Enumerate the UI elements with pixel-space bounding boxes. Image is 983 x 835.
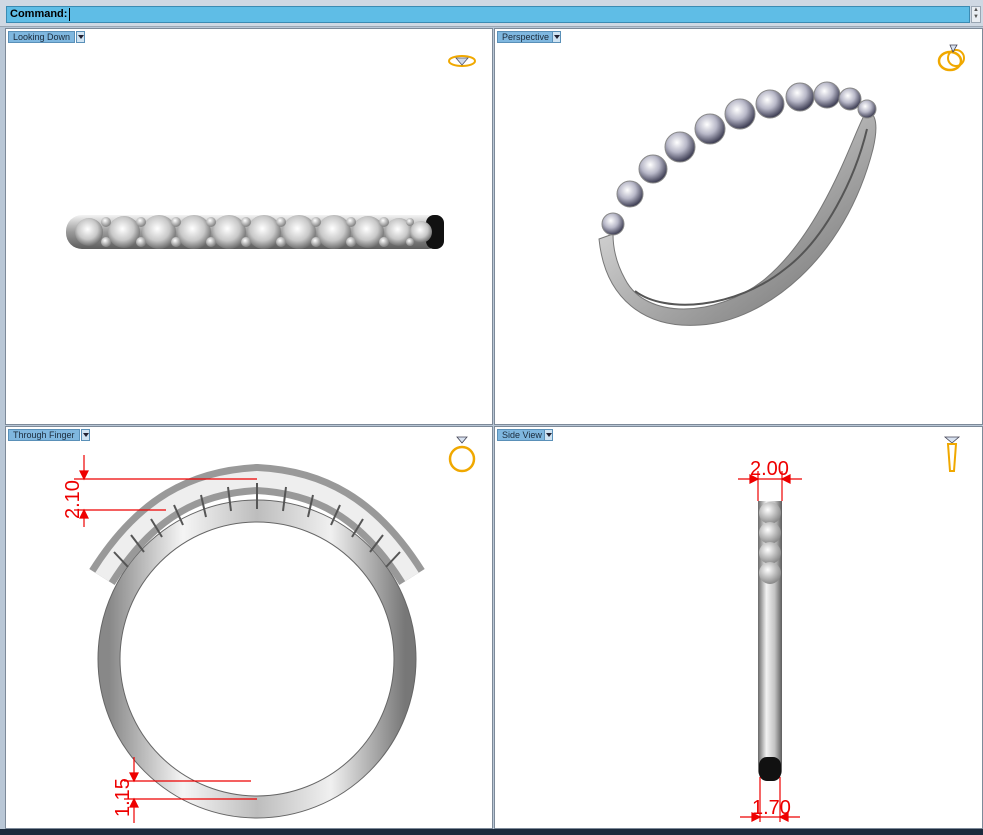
command-history-scroll[interactable]: ▲ ▼ [971,6,981,23]
viewport-through-finger[interactable]: Through Finger 2.10 1.15 [5,426,493,829]
command-input[interactable] [69,8,963,21]
status-bar [0,829,983,835]
ring-side-view-render: 2.00 1.70 [738,458,802,822]
command-box: Command: [6,6,970,23]
viewport-looking-down[interactable]: Looking Down [5,28,493,425]
ring-top-view-render [66,215,444,249]
dimension-label-1-15: 1.15 [112,778,134,817]
dimension-label-2-10: 2.10 [62,480,84,519]
command-label: Command: [10,8,68,20]
viewport-side-view[interactable]: Side View 2.00 1.70 [494,426,983,829]
dimension-label-1-70: 1.70 [752,797,791,819]
ring-front-view-render: 2.10 1.15 [62,455,425,823]
command-bar: Command: ▲ ▼ [0,0,983,27]
dimension-label-2-00: 2.00 [750,458,789,480]
viewport-perspective[interactable]: Perspective [494,28,983,425]
ring-perspective-render [598,81,877,326]
